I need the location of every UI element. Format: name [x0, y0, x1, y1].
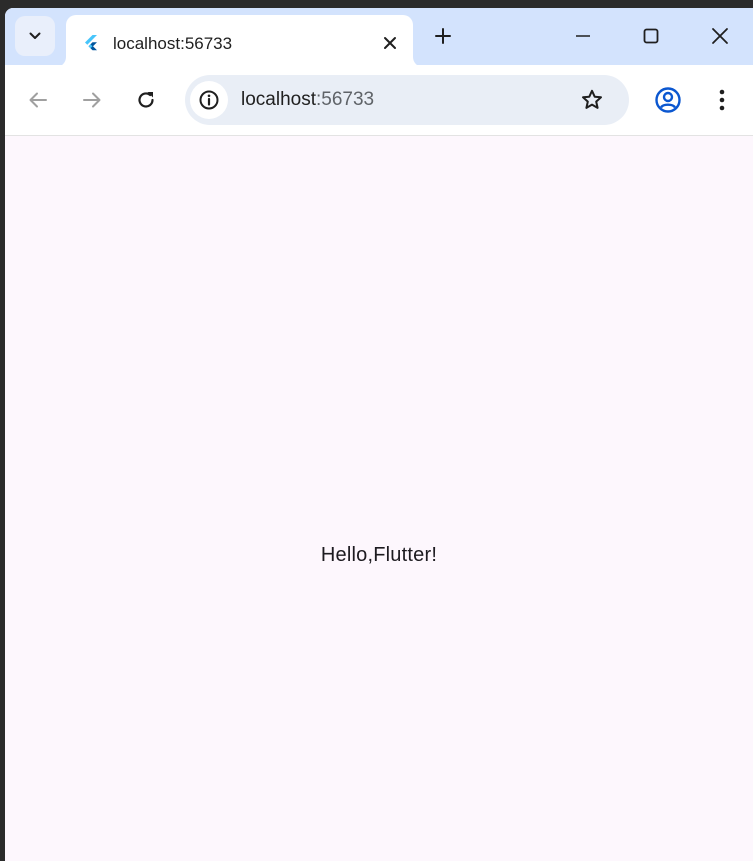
account-circle-icon — [654, 86, 682, 114]
profile-button[interactable] — [654, 86, 682, 114]
tab-close-button[interactable] — [378, 31, 402, 55]
minimize-button[interactable] — [569, 22, 597, 50]
more-vert-icon — [718, 88, 726, 112]
title-bar: localhost:56733 — [5, 8, 753, 67]
forward-button[interactable] — [79, 87, 105, 113]
close-icon — [711, 27, 729, 45]
tab-title: localhost:56733 — [113, 34, 233, 53]
info-icon — [198, 89, 220, 111]
page-content: Hello,Flutter! — [5, 136, 753, 861]
chevron-down-icon — [28, 29, 42, 43]
browser-window: localhost:56733 localhost:56733 Hello,Fl… — [5, 8, 753, 861]
url-host: localhost — [241, 89, 316, 110]
site-info-button[interactable] — [190, 81, 228, 119]
tab-search-button[interactable] — [15, 16, 55, 56]
reload-button[interactable] — [133, 87, 159, 113]
star-icon — [580, 88, 604, 112]
url-text[interactable]: localhost:56733 — [241, 89, 374, 111]
url-port: :56733 — [316, 89, 375, 110]
address-bar[interactable]: localhost:56733 — [185, 75, 629, 125]
hello-text: Hello,Flutter! — [320, 544, 438, 566]
plus-icon — [434, 27, 452, 45]
reload-icon — [135, 89, 157, 111]
tab-active[interactable]: localhost:56733 — [66, 15, 413, 67]
bookmark-button[interactable] — [579, 87, 605, 113]
maximize-button[interactable] — [637, 22, 665, 50]
new-tab-button[interactable] — [429, 22, 457, 50]
arrow-right-icon — [81, 89, 103, 111]
arrow-left-icon — [27, 89, 49, 111]
close-window-button[interactable] — [706, 22, 734, 50]
browser-toolbar: localhost:56733 — [5, 65, 753, 136]
close-icon — [383, 36, 397, 50]
browser-menu-button[interactable] — [709, 86, 735, 114]
back-button[interactable] — [25, 87, 51, 113]
maximize-icon — [642, 27, 660, 45]
flutter-logo-icon — [82, 34, 100, 52]
minimize-icon — [574, 27, 592, 45]
